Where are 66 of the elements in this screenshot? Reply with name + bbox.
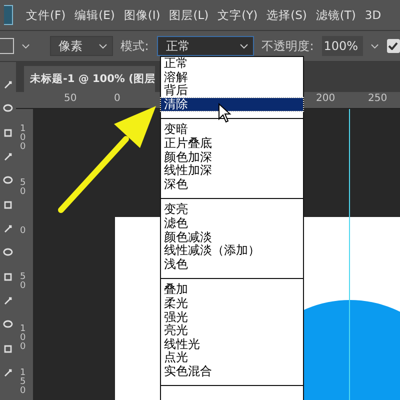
menu-option[interactable]: 亮光: [161, 324, 303, 338]
checkbox[interactable]: [386, 39, 400, 53]
app-logo-icon: [4, 5, 13, 25]
tool-icon[interactable]: [3, 224, 13, 234]
menu-item[interactable]: 编辑(E): [74, 8, 115, 22]
menu-option[interactable]: 叠加: [161, 283, 303, 297]
caret-icon: [98, 44, 107, 48]
menu-option[interactable]: 线性加深: [161, 164, 303, 178]
menu-option[interactable]: 变暗: [161, 123, 303, 137]
ruler-number: 50: [20, 179, 27, 197]
menu-option[interactable]: 正片叠底: [161, 136, 303, 151]
ruler-number: 0: [20, 227, 27, 236]
menu-option[interactable]: 柔光: [161, 296, 303, 310]
menu-option[interactable]: 变亮: [161, 203, 303, 217]
ruler-number: 250: [368, 93, 388, 104]
ruler-number: 100: [20, 125, 27, 152]
shape-swatch-icon[interactable]: [0, 38, 14, 54]
menu-item[interactable]: 文字(Y): [218, 8, 258, 22]
ruler-number: 200: [316, 93, 336, 104]
menu-option[interactable]: 正常: [161, 57, 303, 71]
tool-icon[interactable]: [3, 368, 13, 378]
tool-icon[interactable]: [3, 152, 13, 162]
tool-icon[interactable]: [3, 176, 13, 186]
caret-icon: [22, 44, 30, 48]
menu-option[interactable]: 点光: [161, 351, 303, 365]
type-select[interactable]: 像素: [50, 36, 113, 56]
mode-select[interactable]: 正常: [156, 36, 254, 56]
menu-item[interactable]: 图层(L): [169, 8, 209, 22]
ruler-number: 50: [64, 93, 77, 104]
menu-option[interactable]: 浅色: [161, 258, 303, 272]
ruler-number: 150: [20, 369, 27, 396]
mouse-cursor-icon: [218, 103, 232, 123]
mode-label: 模式:: [120, 38, 149, 54]
menu-option[interactable]: 实色混合: [161, 364, 303, 378]
tool-icon[interactable]: [3, 104, 13, 114]
tool-icon[interactable]: [3, 296, 13, 306]
menu-item[interactable]: 文件(F): [26, 8, 66, 22]
opacity-label: 不透明度:: [262, 38, 314, 54]
tool-icon[interactable]: [3, 320, 13, 330]
menu-option[interactable]: 线性光: [161, 338, 303, 352]
menu-option[interactable]: 颜色加深: [161, 150, 303, 164]
opacity-field[interactable]: 100%: [322, 36, 364, 56]
menu-item[interactable]: 3D: [364, 8, 382, 22]
tool-icon[interactable]: [3, 80, 13, 90]
menu-option[interactable]: 强光: [161, 310, 303, 324]
menu-option[interactable]: 溶解: [161, 70, 303, 84]
menu-option[interactable]: 线性减淡（添加）: [161, 244, 303, 258]
tool-icon[interactable]: [3, 128, 13, 138]
menu-option[interactable]: 颜色减淡: [161, 230, 303, 244]
caret-icon: [240, 44, 248, 48]
tool-icon[interactable]: [3, 272, 13, 282]
menu-item[interactable]: 滤镜(T): [316, 8, 356, 22]
ruler-number: 0: [114, 93, 120, 104]
menu-option[interactable]: 清除: [161, 98, 303, 112]
menu-option[interactable]: 背后: [161, 84, 303, 98]
tool-icon[interactable]: [3, 344, 13, 354]
tool-icon[interactable]: [3, 200, 13, 210]
caret-icon: [371, 44, 379, 48]
ruler-number: 50: [20, 273, 27, 291]
menu-item[interactable]: 图像(I): [124, 8, 160, 22]
tool-icon[interactable]: [3, 248, 13, 258]
document-tab[interactable]: 未标题-1 @ 100% (图层: [24, 66, 156, 92]
menu-option[interactable]: 深色: [161, 178, 303, 192]
menu-option[interactable]: 滤色: [161, 216, 303, 231]
menu-item[interactable]: 选择(S): [266, 8, 307, 22]
ruler-number: 100: [20, 325, 27, 352]
